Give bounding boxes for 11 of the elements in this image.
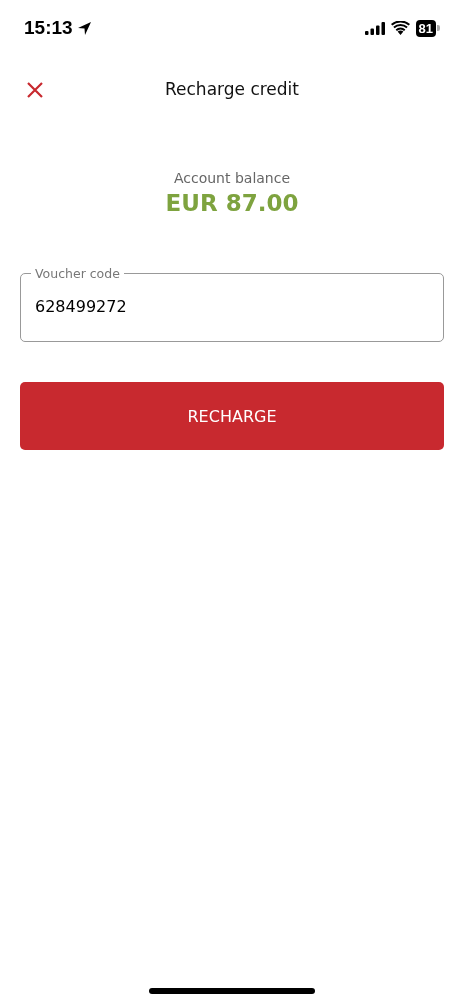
balance-amount: EUR 87.00 — [165, 190, 299, 216]
signal-icon — [364, 21, 385, 35]
status-time: 15:13 — [24, 17, 73, 39]
recharge-button[interactable]: RECHARGE — [20, 382, 444, 450]
voucher-code-field[interactable]: Voucher code 628499272 — [20, 266, 444, 342]
field-label: Voucher code — [34, 266, 121, 281]
screen-title: Recharge credit — [165, 79, 299, 99]
balance-label: Account balance — [173, 170, 291, 186]
location-icon — [76, 20, 92, 36]
wifi-icon — [390, 21, 410, 35]
code-input[interactable]: 628499272 — [35, 289, 429, 324]
